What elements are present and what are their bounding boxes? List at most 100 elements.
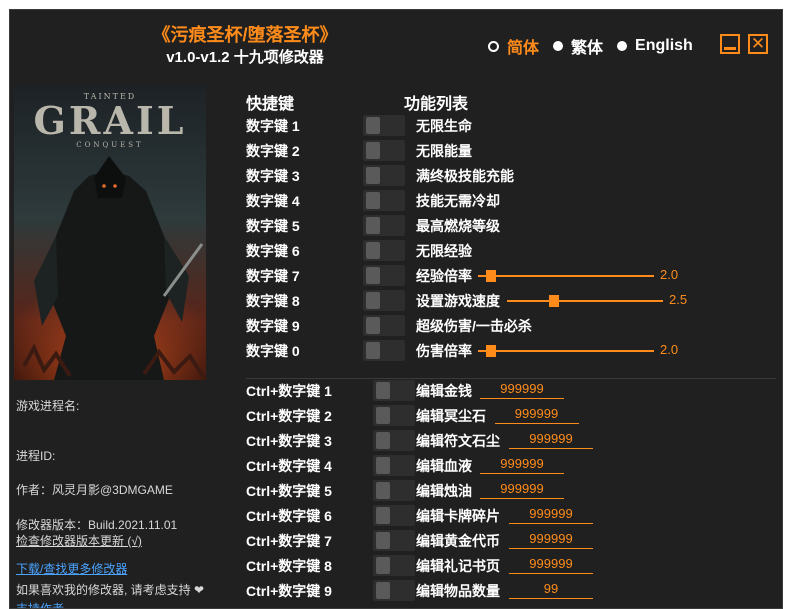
toggle-knob: [376, 457, 390, 474]
feature-toggle[interactable]: [363, 265, 405, 286]
feature-toggle[interactable]: [373, 430, 415, 451]
hotkey-header: 快捷键: [246, 96, 295, 113]
value-input[interactable]: 99: [509, 581, 593, 599]
hotkey-label: 数字键 2: [246, 143, 300, 159]
value-input[interactable]: 999999: [509, 556, 593, 574]
feature-row: 数字键 7 经验倍率 2.0: [246, 263, 776, 288]
minimize-button[interactable]: [720, 34, 740, 54]
toggle-knob: [366, 342, 380, 359]
lang-traditional[interactable]: 繁体: [553, 34, 603, 58]
value-slider[interactable]: [478, 345, 654, 357]
feature-row: Ctrl+数字键 7 编辑黄金代币 999999: [246, 528, 776, 553]
feature-row: 数字键 6 无限经验: [246, 238, 776, 263]
download-link[interactable]: 下载/查找更多修改器: [16, 561, 127, 577]
logo-main: GRAIL: [33, 98, 187, 143]
feature-toggle[interactable]: [373, 455, 415, 476]
feature-toggle[interactable]: [373, 530, 415, 551]
feature-label: 经验倍率: [416, 268, 472, 284]
toggle-knob: [376, 482, 390, 499]
value-input[interactable]: 999999: [509, 531, 593, 549]
lang-label: 繁体: [571, 40, 604, 57]
trainer-window: 《污痕圣杯/堕落圣杯》 v1.0-v1.2 十九项修改器 简体 繁体 Engli…: [9, 9, 783, 609]
feature-toggle[interactable]: [363, 240, 405, 261]
value-input[interactable]: 999999: [494, 406, 579, 424]
feature-toggle[interactable]: [363, 190, 405, 211]
support-text: 如果喜欢我的修改器, 请考虑支持 ❤: [16, 583, 205, 597]
hotkey-label: Ctrl+数字键 9: [246, 583, 332, 599]
lang-english[interactable]: English: [617, 37, 693, 55]
hotkey-label: 数字键 0: [246, 343, 300, 359]
feature-row: Ctrl+数字键 2 编辑冥尘石 999999: [246, 403, 776, 428]
feature-header: 功能列表: [404, 96, 469, 113]
feature-toggle[interactable]: [373, 580, 415, 601]
feature-label: 编辑冥尘石: [416, 408, 486, 424]
check-update-link[interactable]: 检查修改器版本更新 (√): [16, 533, 142, 549]
value-input[interactable]: 999999: [480, 456, 564, 474]
feature-label: 编辑卡牌碎片: [416, 508, 500, 524]
feature-label: 设置游戏速度: [416, 293, 500, 309]
feature-toggle[interactable]: [363, 115, 405, 136]
slider-value: 2.0: [660, 267, 679, 282]
toggle-knob: [376, 407, 390, 424]
lang-label: 简体: [507, 40, 540, 57]
toggle-knob: [366, 142, 380, 159]
slider-thumb[interactable]: [549, 295, 559, 307]
feature-toggle[interactable]: [373, 380, 415, 401]
hotkey-label: 数字键 4: [246, 193, 300, 209]
feature-row: Ctrl+数字键 6 编辑卡牌碎片 999999: [246, 503, 776, 528]
hotkey-label: Ctrl+数字键 1: [246, 383, 332, 399]
value-input[interactable]: 999999: [509, 506, 593, 524]
value-slider[interactable]: [478, 270, 654, 282]
feature-toggle[interactable]: [363, 165, 405, 186]
lang-simplified[interactable]: 简体: [488, 34, 539, 58]
feature-toggle[interactable]: [363, 290, 405, 311]
process-name-label: 游戏进程名:: [16, 399, 80, 413]
close-button[interactable]: ✕: [748, 34, 768, 54]
feature-toggle[interactable]: [363, 215, 405, 236]
hotkey-label: 数字键 9: [246, 318, 300, 334]
title-block: 《污痕圣杯/堕落圣杯》 v1.0-v1.2 十九项修改器: [130, 24, 360, 69]
hotkey-label: Ctrl+数字键 7: [246, 533, 332, 549]
value-input[interactable]: 999999: [480, 481, 564, 499]
language-selector: 简体 繁体 English: [488, 34, 707, 58]
feature-toggle[interactable]: [373, 505, 415, 526]
game-cover-image: TAINTED GRAIL CONQUEST: [14, 86, 206, 380]
slider-thumb[interactable]: [486, 345, 496, 357]
feature-label: 编辑符文石尘: [416, 433, 500, 449]
hotkey-label: 数字键 3: [246, 168, 300, 184]
feature-row: Ctrl+数字键 3 编辑符文石尘 999999: [246, 428, 776, 453]
game-title: 《污痕圣杯/堕落圣杯》: [152, 25, 338, 45]
feature-label: 无限能量: [416, 143, 472, 159]
feature-toggle[interactable]: [363, 315, 405, 336]
feature-label: 满终极技能充能: [416, 168, 514, 184]
section-divider: [246, 378, 776, 379]
feature-toggle[interactable]: [373, 555, 415, 576]
feature-label: 最高燃烧等级: [416, 218, 500, 234]
slider-value: 2.5: [669, 292, 688, 307]
radio-icon: [617, 41, 628, 51]
feature-row: Ctrl+数字键 5 编辑烛油 999999: [246, 478, 776, 503]
toggle-knob: [366, 242, 380, 259]
author-text: 作者：风灵月影@3DMGAME: [16, 483, 173, 497]
feature-toggle[interactable]: [363, 340, 405, 361]
value-input[interactable]: 999999: [480, 381, 564, 399]
feature-toggle[interactable]: [363, 140, 405, 161]
feature-toggle[interactable]: [373, 405, 415, 426]
toggle-knob: [376, 382, 390, 399]
feature-row: Ctrl+数字键 9 编辑物品数量 99: [246, 578, 776, 603]
process-id-label: 进程ID:: [16, 449, 56, 463]
feature-row: 数字键 0 伤害倍率 2.0: [246, 338, 776, 363]
feature-label: 编辑黄金代币: [416, 533, 500, 549]
value-input[interactable]: 999999: [509, 431, 593, 449]
support-author-link[interactable]: 支持作者: [16, 601, 64, 608]
hotkey-label: 数字键 7: [246, 268, 300, 284]
close-icon: ✕: [750, 34, 766, 53]
feature-row: Ctrl+数字键 8 编辑礼记书页 999999: [246, 553, 776, 578]
toggle-knob: [366, 217, 380, 234]
feature-row: 数字键 2 无限能量: [246, 138, 776, 163]
hotkey-label: 数字键 6: [246, 243, 300, 259]
slider-thumb[interactable]: [486, 270, 496, 282]
feature-row: 数字键 5 最高燃烧等级: [246, 213, 776, 238]
value-slider[interactable]: [507, 295, 663, 307]
feature-toggle[interactable]: [373, 480, 415, 501]
